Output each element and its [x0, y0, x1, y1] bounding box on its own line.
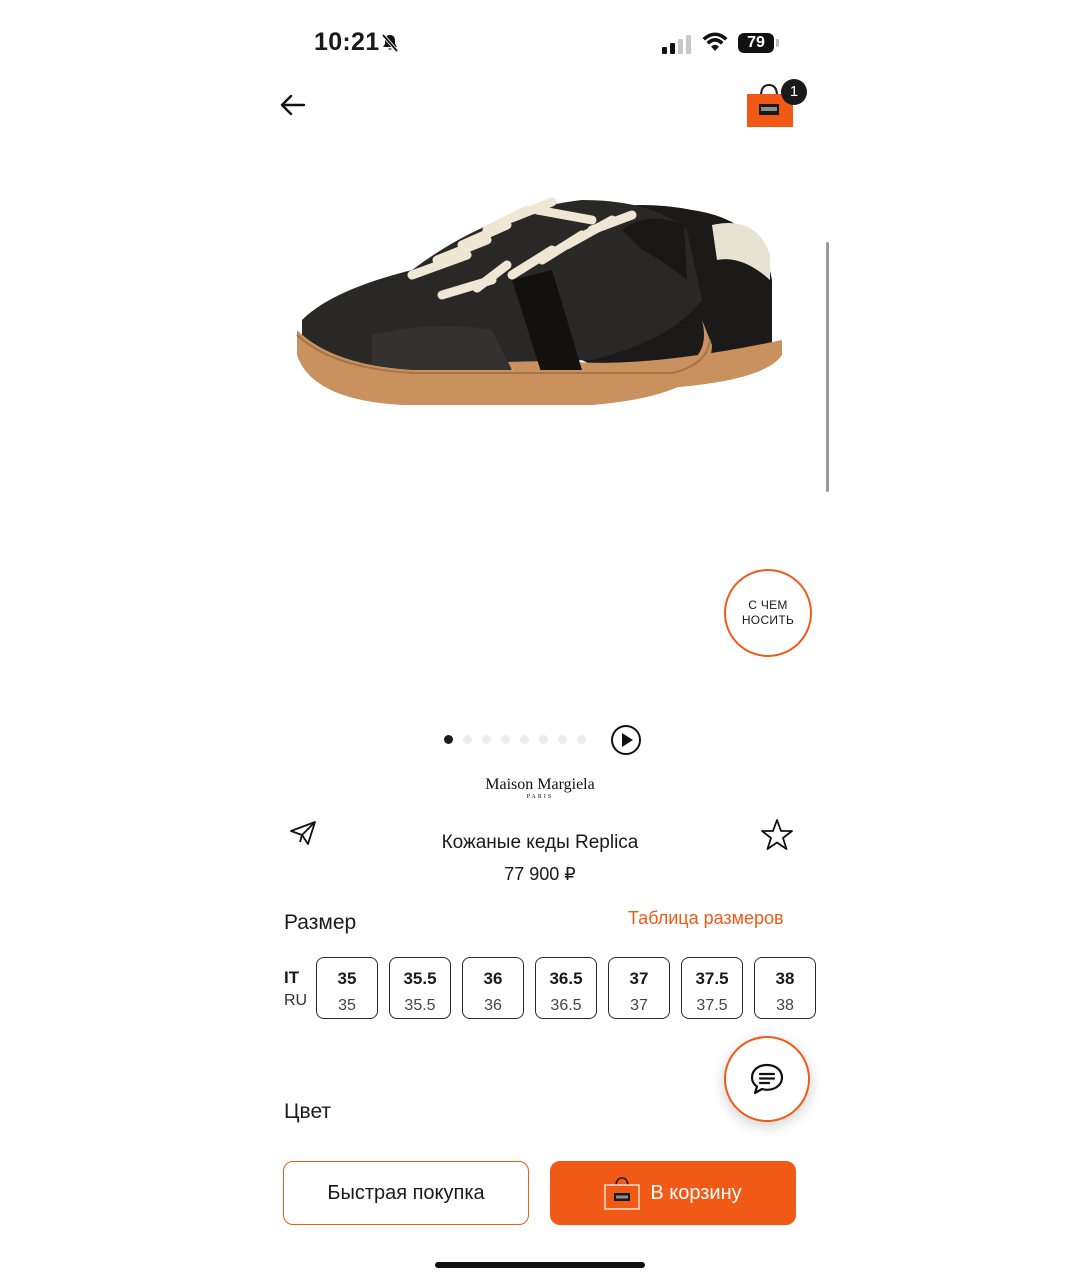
size-ru-value: 35.5	[404, 997, 436, 1014]
status-time: 10:21	[314, 28, 380, 56]
pagination-dot[interactable]	[444, 735, 453, 744]
size-it-value: 35.5	[403, 969, 437, 988]
pagination-dot[interactable]	[577, 735, 586, 744]
size-option[interactable]: 37.5 37.5	[681, 957, 743, 1019]
size-ru-value: 36	[484, 997, 502, 1014]
image-scrollbar[interactable]	[826, 242, 829, 492]
pagination-dot[interactable]	[558, 735, 567, 744]
pagination-dot[interactable]	[539, 735, 548, 744]
size-ru-value: 35	[338, 997, 356, 1014]
size-options: 35 35 35.5 35.5 36 36 36.5 36.5 37 37 37…	[316, 957, 816, 1019]
color-section-title: Цвет	[284, 1100, 332, 1123]
size-ru-value: 38	[776, 997, 794, 1014]
pagination-dot[interactable]	[520, 735, 529, 744]
favorite-star-icon[interactable]	[760, 818, 794, 852]
size-option[interactable]: 38 38	[754, 957, 816, 1019]
battery-indicator: 79	[738, 33, 774, 53]
wifi-icon	[702, 32, 728, 51]
share-icon[interactable]	[288, 818, 318, 848]
size-it-value: 35	[337, 969, 357, 988]
size-it-value: 36.5	[549, 969, 583, 988]
product-image[interactable]	[292, 170, 792, 430]
size-section-title: Размер	[284, 911, 357, 934]
home-indicator[interactable]	[435, 1262, 645, 1268]
quick-buy-label: Быстрая покупка	[327, 1181, 485, 1204]
size-chart-link[interactable]: Таблица размеров	[628, 908, 784, 929]
size-ru-value: 36.5	[550, 997, 582, 1014]
wear-with-button[interactable]: С ЧЕМ НОСИТЬ	[724, 569, 812, 657]
size-option[interactable]: 35 35	[316, 957, 378, 1019]
cell-signal-icon	[662, 35, 691, 54]
back-arrow-icon[interactable]	[278, 90, 308, 120]
size-it-value: 37	[629, 969, 649, 988]
size-it-value: 38	[775, 969, 795, 988]
size-system-ru-label: RU	[284, 992, 308, 1009]
size-system-it-label: IT	[284, 968, 300, 987]
size-it-value: 37.5	[695, 969, 729, 988]
shopping-bag-icon	[604, 1177, 640, 1210]
brand-logo-subtitle: PARIS	[526, 794, 554, 800]
pagination-dot[interactable]	[463, 735, 472, 744]
pagination-dot[interactable]	[482, 735, 491, 744]
product-price: 77 900 ₽	[504, 864, 576, 884]
size-ru-value: 37.5	[696, 997, 728, 1014]
play-video-icon[interactable]	[610, 724, 642, 756]
size-option[interactable]: 36 36	[462, 957, 524, 1019]
cart-count-badge: 1	[781, 79, 807, 105]
size-option[interactable]: 37 37	[608, 957, 670, 1019]
size-option[interactable]: 35.5 35.5	[389, 957, 451, 1019]
chat-bubble-icon	[750, 1063, 784, 1095]
quick-buy-button[interactable]: Быстрая покупка	[283, 1161, 529, 1225]
product-name: Кожаные кеды Replica	[441, 832, 639, 853]
wear-with-line1: С ЧЕМ	[748, 598, 788, 612]
add-to-cart-button[interactable]: В корзину	[550, 1161, 796, 1225]
chat-button[interactable]	[724, 1036, 810, 1122]
gallery-pagination[interactable]	[444, 735, 586, 744]
bell-muted-icon	[381, 33, 399, 53]
brand-logo[interactable]: Maison Margiela	[440, 776, 640, 794]
size-option[interactable]: 36.5 36.5	[535, 957, 597, 1019]
pagination-dot[interactable]	[501, 735, 510, 744]
size-ru-value: 37	[630, 997, 648, 1014]
add-to-cart-label: В корзину	[650, 1181, 742, 1204]
battery-cap	[776, 39, 779, 47]
wear-with-line2: НОСИТЬ	[741, 613, 795, 627]
size-it-value: 36	[483, 969, 503, 988]
